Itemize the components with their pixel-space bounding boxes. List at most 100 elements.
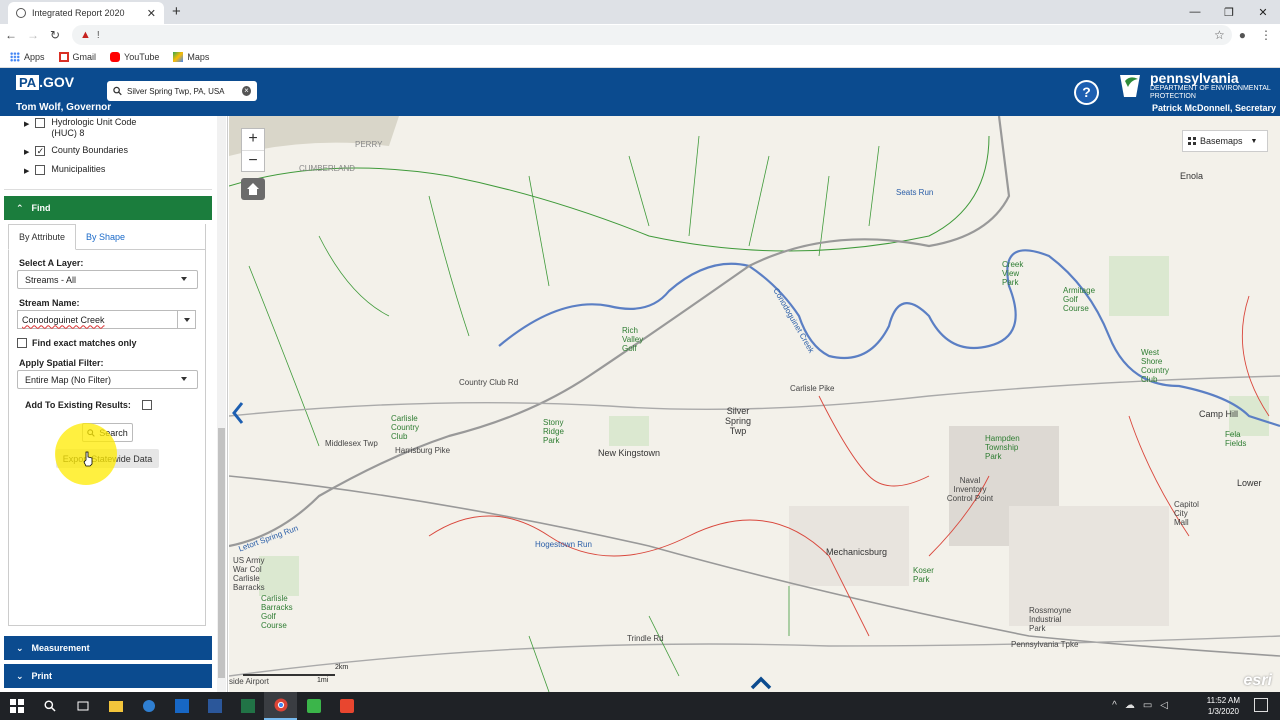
- volume-icon[interactable]: ◁: [1160, 700, 1168, 711]
- chrome-icon[interactable]: [264, 692, 297, 720]
- add-existing-row: Add To Existing Results:: [25, 399, 152, 410]
- youtube-icon: [110, 51, 121, 62]
- label-lower: Lower: [1237, 478, 1262, 488]
- label-cumberland: CUMBERLAND: [299, 164, 356, 173]
- layer-checkbox[interactable]: [35, 118, 46, 128]
- scale-mi: 1mi: [317, 677, 329, 684]
- url-text: !: [96, 29, 100, 41]
- find-tabs: By Attribute By Shape: [8, 224, 206, 250]
- label-koser-park: Koser Park: [913, 566, 934, 584]
- clock[interactable]: 11:52 AM 1/3/2020: [1207, 695, 1240, 717]
- layer-huc8[interactable]: ▶ Hydrologic Unit Code (HUC) 8: [24, 117, 161, 139]
- layer-county-boundaries[interactable]: ▶ ✓ County Boundaries: [24, 145, 128, 156]
- urban-area: [789, 506, 909, 586]
- edge-icon[interactable]: [132, 692, 165, 720]
- system-tray: ^ ☁ ▭ ◁: [1112, 700, 1168, 711]
- camtasia-green-icon[interactable]: [297, 692, 330, 720]
- label-creek-view: Creek View Park: [1002, 260, 1024, 287]
- search-icon[interactable]: [33, 692, 66, 720]
- star-icon[interactable]: ☆: [1214, 28, 1225, 42]
- dropdown-arrow-icon[interactable]: [177, 311, 195, 328]
- profile-icon[interactable]: ●: [1239, 28, 1246, 42]
- scale-km: 2km: [335, 664, 349, 671]
- bookmark-youtube[interactable]: YouTube: [110, 51, 159, 62]
- menu-icon[interactable]: ⋮: [1260, 28, 1272, 42]
- dep-subtitle-2: PROTECTION: [1150, 93, 1196, 100]
- map-view[interactable]: Silver Spring Twp New Kingstown Mechanic…: [229, 116, 1280, 692]
- label-stony-ridge: Stony Ridge Park: [543, 418, 564, 445]
- layer-label: Hydrologic Unit Code (HUC) 8: [51, 117, 137, 138]
- cloud-icon[interactable]: ☁: [1125, 700, 1135, 711]
- bookmark-gmail[interactable]: Gmail: [58, 51, 96, 62]
- home-button[interactable]: [241, 178, 265, 200]
- map-canvas: [229, 116, 1280, 692]
- browser-tab[interactable]: Integrated Report 2020 ✕: [8, 2, 164, 24]
- bookmark-apps[interactable]: Apps: [10, 51, 45, 62]
- task-view-icon[interactable]: [66, 692, 99, 720]
- notification-icon[interactable]: [1254, 698, 1268, 712]
- expand-triangle-icon[interactable]: ▶: [24, 120, 29, 128]
- forward-icon[interactable]: →: [22, 28, 44, 42]
- location-search-input[interactable]: [127, 86, 237, 96]
- outlook-icon[interactable]: [165, 692, 198, 720]
- excel-icon[interactable]: [231, 692, 264, 720]
- governor-name: Tom Wolf, Governor: [16, 102, 112, 113]
- layer-checkbox[interactable]: [35, 165, 46, 175]
- exact-match-row[interactable]: Find exact matches only: [17, 337, 137, 348]
- network-icon[interactable]: ▭: [1143, 700, 1152, 711]
- label-mechanicsburg: Mechanicsburg: [826, 547, 888, 557]
- location-search: ×: [107, 81, 257, 101]
- layer-checkbox-checked[interactable]: ✓: [35, 146, 46, 156]
- address-bar[interactable]: ▲ !: [72, 25, 1232, 45]
- spatial-filter-select[interactable]: Entire Map (No Filter): [17, 370, 198, 389]
- tab-by-attribute[interactable]: By Attribute: [8, 224, 77, 250]
- expand-triangle-icon[interactable]: ▶: [24, 148, 29, 156]
- layer-select[interactable]: Streams - All: [17, 270, 198, 289]
- expand-triangle-icon[interactable]: ▶: [24, 167, 29, 175]
- file-explorer-icon[interactable]: [99, 692, 132, 720]
- tab-title: Integrated Report 2020: [32, 8, 125, 18]
- scrollbar-thumb[interactable]: [218, 428, 225, 678]
- collapse-sidebar-icon[interactable]: [231, 401, 245, 425]
- maps-icon: [173, 51, 184, 62]
- measurement-panel-header[interactable]: ⌄ Measurement: [4, 636, 212, 660]
- sidebar-scrollbar[interactable]: [217, 116, 226, 692]
- new-tab-icon[interactable]: +: [172, 3, 181, 20]
- print-panel-header[interactable]: ⌄ Print: [4, 664, 212, 688]
- pagov-logo[interactable]: PA .GOV: [16, 74, 74, 90]
- close-tab-icon[interactable]: ✕: [147, 7, 156, 20]
- layer-label: County Boundaries: [51, 145, 128, 155]
- zoom-in-button[interactable]: +: [242, 129, 264, 150]
- word-icon[interactable]: [198, 692, 231, 720]
- stream-name-combobox[interactable]: Conodoguinet Creek: [17, 310, 196, 329]
- layer-municipalities[interactable]: ▶ Municipalities: [24, 164, 105, 175]
- help-button[interactable]: ?: [1074, 80, 1099, 105]
- park-area: [1109, 256, 1169, 316]
- expand-up-icon[interactable]: [750, 676, 772, 690]
- omnibar: ← → ↻ ▲ ! ☆ ● ⋮: [0, 24, 1280, 46]
- close-window-icon[interactable]: ✕: [1246, 0, 1280, 24]
- camtasia-red-icon[interactable]: [330, 692, 363, 720]
- basemaps-button[interactable]: Basemaps ▼: [1182, 130, 1268, 152]
- windows-start-icon[interactable]: [0, 692, 33, 720]
- caret-down-icon: [181, 377, 187, 381]
- park-area: [609, 416, 649, 446]
- spatial-filter-label: Apply Spatial Filter:: [19, 358, 104, 368]
- clear-search-icon[interactable]: ×: [242, 86, 251, 96]
- exact-match-checkbox[interactable]: [17, 338, 27, 348]
- label-pennsylvania-tpke: Pennsylvania Tpke: [1011, 640, 1079, 649]
- secretary-name: Patrick McDonnell, Secretary: [1151, 103, 1276, 113]
- label-carlisle-cc: Carlisle Country Club: [391, 414, 420, 441]
- label-seats-run: Seats Run: [896, 188, 934, 197]
- chevron-up-icon[interactable]: ^: [1112, 700, 1117, 711]
- restore-icon[interactable]: ❐: [1212, 0, 1246, 24]
- bookmark-maps[interactable]: Maps: [173, 51, 209, 62]
- find-panel-header[interactable]: ⌃ Find: [4, 196, 212, 220]
- zoom-out-button[interactable]: −: [242, 150, 264, 171]
- label-trindle-rd: Trindle Rd: [627, 634, 664, 643]
- tab-by-shape[interactable]: By Shape: [76, 224, 135, 250]
- add-existing-checkbox[interactable]: [141, 400, 152, 410]
- minimize-icon[interactable]: —: [1178, 0, 1212, 24]
- reload-icon[interactable]: ↻: [44, 28, 66, 42]
- back-icon[interactable]: ←: [0, 28, 22, 42]
